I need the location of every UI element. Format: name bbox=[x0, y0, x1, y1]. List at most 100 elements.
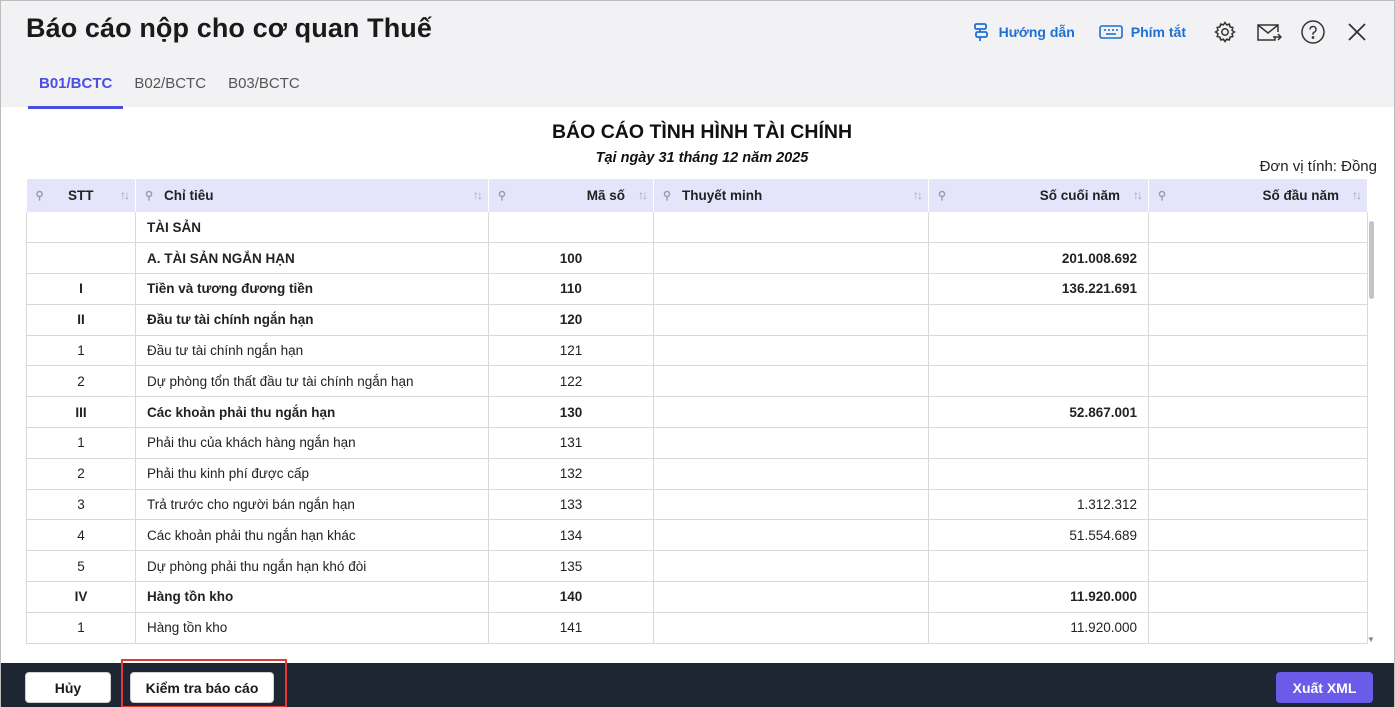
table-row[interactable]: 4 Các khoản phải thu ngắn hạn khác 134 51.5… bbox=[26, 519, 1368, 552]
mail-forward-icon bbox=[1257, 24, 1282, 41]
cell-start bbox=[1148, 242, 1368, 275]
table-row[interactable]: IV Hàng tồn kho 140 11.920.000 bbox=[26, 581, 1368, 613]
pin-icon[interactable]: ⚲ bbox=[938, 189, 946, 202]
tab-b01[interactable]: B01/BCTC bbox=[28, 63, 124, 109]
scroll-down-icon[interactable]: ▼ bbox=[1367, 635, 1375, 644]
cell-code: 131 bbox=[488, 427, 654, 459]
cell-code: 141 bbox=[488, 612, 654, 644]
table-row[interactable]: 2 Dự phòng tổn thất đầu tư tài chính ngắn… bbox=[26, 365, 1368, 398]
cell-stt: 1 bbox=[26, 335, 136, 367]
column-header-note[interactable]: ⚲ Thuyết minh ↑↓ bbox=[653, 179, 929, 212]
column-header-stt[interactable]: ⚲ STT ↑↓ bbox=[26, 179, 136, 212]
pin-icon[interactable]: ⚲ bbox=[1158, 189, 1166, 202]
cell-end bbox=[928, 427, 1149, 459]
pin-icon[interactable]: ⚲ bbox=[498, 189, 506, 202]
cell-end: 201.008.692 bbox=[928, 242, 1149, 275]
table-row[interactable]: TÀI SẢN bbox=[26, 212, 1368, 244]
sort-icon[interactable]: ↑↓ bbox=[638, 188, 648, 202]
cell-start bbox=[1148, 550, 1368, 583]
cell-note bbox=[653, 335, 929, 367]
gear-icon bbox=[1214, 21, 1236, 43]
cell-note bbox=[653, 458, 929, 490]
cell-start bbox=[1148, 365, 1368, 398]
cell-start bbox=[1148, 273, 1368, 305]
close-button[interactable] bbox=[1342, 17, 1372, 47]
cell-code: 133 bbox=[488, 489, 654, 521]
cell-stt: 2 bbox=[26, 458, 136, 490]
help-button[interactable] bbox=[1298, 17, 1328, 47]
table-row[interactable]: II Đầu tư tài chính ngắn hạn 120 bbox=[26, 304, 1368, 336]
cell-note bbox=[653, 581, 929, 613]
cell-stt: 1 bbox=[26, 427, 136, 459]
sort-icon[interactable]: ↑↓ bbox=[1133, 188, 1143, 202]
tab-b02[interactable]: B02/BCTC bbox=[123, 63, 217, 109]
cell-stt: 1 bbox=[26, 612, 136, 644]
settings-button[interactable] bbox=[1210, 17, 1240, 47]
pin-icon[interactable]: ⚲ bbox=[663, 189, 671, 202]
sort-icon[interactable]: ↑↓ bbox=[913, 188, 923, 202]
table-row[interactable]: III Các khoản phải thu ngắn hạn 130 52.867.… bbox=[26, 396, 1368, 429]
cell-code: 110 bbox=[488, 273, 654, 305]
cell-note bbox=[653, 519, 929, 552]
cell-end bbox=[928, 335, 1149, 367]
cell-code: 135 bbox=[488, 550, 654, 583]
cancel-button[interactable]: Hủy bbox=[25, 672, 111, 703]
table-row[interactable]: 1 Phải thu của khách hàng ngắn hạn 131 bbox=[26, 427, 1368, 459]
cell-name: Dự phòng phải thu ngắn hạn khó đòi bbox=[135, 550, 489, 583]
cell-stt bbox=[26, 242, 136, 275]
cell-start bbox=[1148, 427, 1368, 459]
table-row[interactable]: A. TÀI SẢN NGẮN HẠN 100 201.008.692 bbox=[26, 242, 1368, 275]
sort-icon[interactable]: ↑↓ bbox=[473, 188, 483, 202]
cell-name: Phải thu của khách hàng ngắn hạn bbox=[135, 427, 489, 459]
cell-name: Tiền và tương đương tiền bbox=[135, 273, 489, 305]
table-header-row: ⚲ STT ↑↓ ⚲ Chỉ tiêu ↑↓ ⚲ Mã số ↑↓ ⚲ Thuyết minh… bbox=[26, 179, 1368, 212]
report-subtitle: Tại ngày 31 tháng 12 năm 2025 bbox=[595, 150, 809, 166]
pin-icon[interactable]: ⚲ bbox=[145, 189, 153, 202]
highlight-box bbox=[121, 659, 287, 707]
table-scrollbar[interactable]: ▼ bbox=[1367, 213, 1377, 644]
table-row[interactable]: 1 Hàng tồn kho 141 11.920.000 bbox=[26, 612, 1368, 644]
column-header-end-balance[interactable]: ⚲ Số cuối năm ↑↓ bbox=[928, 179, 1149, 212]
dialog-header: Báo cáo nộp cho cơ quan Thuế Hướng dẫn P… bbox=[1, 1, 1394, 109]
guide-icon bbox=[973, 23, 988, 41]
send-mail-button[interactable] bbox=[1254, 17, 1284, 47]
cell-name: Các khoản phải thu ngắn hạn khác bbox=[135, 519, 489, 552]
currency-unit: Đơn vị tính: Đồng bbox=[1259, 158, 1377, 175]
cell-note bbox=[653, 212, 929, 244]
table-row[interactable]: 2 Phải thu kinh phí được cấp 132 bbox=[26, 458, 1368, 490]
cell-start bbox=[1148, 581, 1368, 613]
cell-code bbox=[488, 212, 654, 244]
cell-code: 122 bbox=[488, 365, 654, 398]
cell-start bbox=[1148, 489, 1368, 521]
shortcut-link[interactable]: Phím tắt bbox=[1098, 24, 1186, 40]
dialog-title: Báo cáo nộp cho cơ quan Thuế bbox=[26, 13, 433, 43]
table-row[interactable]: 1 Đầu tư tài chính ngắn hạn 121 bbox=[26, 335, 1368, 367]
sort-icon[interactable]: ↑↓ bbox=[120, 188, 130, 202]
column-header-code[interactable]: ⚲ Mã số ↑↓ bbox=[488, 179, 654, 212]
cell-end: 11.920.000 bbox=[928, 612, 1149, 644]
cell-start bbox=[1148, 212, 1368, 244]
table-row[interactable]: 3 Trả trước cho người bán ngắn hạn 133 1.31… bbox=[26, 489, 1368, 521]
column-header-indicator[interactable]: ⚲ Chỉ tiêu ↑↓ bbox=[135, 179, 489, 212]
report-tabs: B01/BCTC B02/BCTC B03/BCTC bbox=[28, 63, 311, 109]
scrollbar-thumb[interactable] bbox=[1369, 221, 1374, 299]
cell-code: 120 bbox=[488, 304, 654, 336]
cell-end: 11.920.000 bbox=[928, 581, 1149, 613]
cell-code bbox=[488, 643, 654, 644]
table-row[interactable] bbox=[26, 643, 1368, 644]
table-row[interactable]: 5 Dự phòng phải thu ngắn hạn khó đòi 135 bbox=[26, 550, 1368, 583]
column-header-start-balance[interactable]: ⚲ Số đầu năm ↑↓ bbox=[1148, 179, 1368, 212]
report-table-container[interactable]: ⚲ STT ↑↓ ⚲ Chỉ tiêu ↑↓ ⚲ Mã số ↑↓ ⚲ Thuyết minh… bbox=[26, 179, 1379, 644]
cell-end bbox=[928, 212, 1149, 244]
cell-stt: IV bbox=[26, 581, 136, 613]
close-icon bbox=[1348, 23, 1366, 41]
cell-end: 51.554.689 bbox=[928, 519, 1149, 552]
tab-b03[interactable]: B03/BCTC bbox=[217, 63, 311, 109]
export-xml-button[interactable]: Xuất XML bbox=[1276, 672, 1373, 703]
pin-icon[interactable]: ⚲ bbox=[36, 189, 44, 202]
guide-link[interactable]: Hướng dẫn bbox=[971, 22, 1075, 42]
table-row[interactable]: I Tiền và tương đương tiền 110 136.221.691 bbox=[26, 273, 1368, 305]
cell-name: Dự phòng tổn thất đầu tư tài chính ngắn … bbox=[135, 365, 489, 398]
cell-note bbox=[653, 365, 929, 398]
sort-icon[interactable]: ↑↓ bbox=[1352, 188, 1362, 202]
